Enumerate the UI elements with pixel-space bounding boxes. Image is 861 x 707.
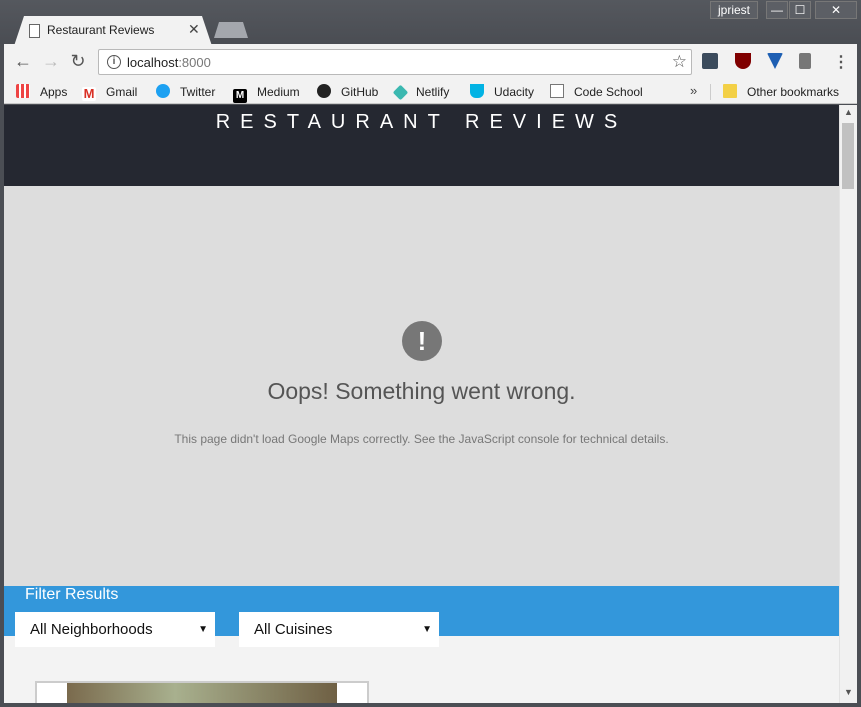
medium-icon: M <box>233 89 247 103</box>
bookmark-apps[interactable]: Apps <box>16 84 67 100</box>
url-host: localhost <box>127 55 179 70</box>
title-bar: jpriest — ☐ ✕ Restaurant Reviews ✕ <box>0 0 861 46</box>
netlify-icon <box>392 84 409 101</box>
scroll-up-arrow-icon[interactable]: ▲ <box>844 107 853 117</box>
site-header: RESTAURANT REVIEWS <box>4 105 839 186</box>
cuisines-selected-value: All Cuisines <box>254 621 333 638</box>
minimize-button[interactable]: — <box>766 1 788 19</box>
page-viewport: RESTAURANT REVIEWS ! Oops! Something wen… <box>4 105 839 703</box>
browser-window: jpriest — ☐ ✕ Restaurant Reviews ✕ ← → ↻… <box>0 0 861 707</box>
bookmark-label: Apps <box>40 85 68 99</box>
bookmark-label: Udacity <box>494 85 535 99</box>
scroll-thumb[interactable] <box>842 123 854 189</box>
scroll-down-arrow-icon[interactable]: ▼ <box>844 687 853 697</box>
map-error-title: Oops! Something went wrong. <box>267 378 576 404</box>
bookmark-label: Netlify <box>416 85 450 99</box>
twitter-icon <box>156 84 170 98</box>
bookmarks-bar: Apps M Gmail Twitter M Medium GitHub Netli… <box>4 80 857 104</box>
map-error-detail: This page didn't load Google Maps correc… <box>174 432 669 446</box>
tab-close-icon[interactable]: ✕ <box>188 21 200 38</box>
ublock-extension-icon[interactable] <box>735 53 751 69</box>
tab-restaurant-reviews[interactable]: Restaurant Reviews ✕ <box>14 16 212 46</box>
udacity-extension-icon[interactable] <box>702 53 718 69</box>
bookmark-label: Other bookmarks <box>747 85 840 99</box>
github-icon <box>317 84 331 98</box>
maximize-button[interactable]: ☐ <box>789 1 811 19</box>
restaurant-image <box>67 683 337 703</box>
bookmark-netlify[interactable]: Netlify <box>392 84 450 101</box>
bookmark-twitter[interactable]: Twitter <box>156 84 215 100</box>
url-text[interactable]: localhost:8000 <box>127 55 211 70</box>
bookmark-label: GitHub <box>341 85 379 99</box>
filter-heading: Filter Results <box>25 586 119 603</box>
reload-button[interactable]: ↻ <box>67 50 89 72</box>
more-bookmarks-icon[interactable]: » <box>690 83 697 98</box>
page-icon <box>550 84 564 98</box>
bookmark-label: Twitter <box>180 85 216 99</box>
map-container[interactable]: ! Oops! Something went wrong. This page … <box>4 186 839 586</box>
neighborhoods-selected-value: All Neighborhoods <box>30 621 153 638</box>
bookmark-star-icon[interactable]: ☆ <box>672 52 687 72</box>
bookmark-code-school[interactable]: Code School <box>550 84 643 100</box>
panel-extension-icon[interactable] <box>799 53 811 69</box>
tab-title: Restaurant Reviews <box>47 23 155 37</box>
address-bar[interactable]: i localhost:8000 ☆ <box>98 49 692 75</box>
bookmark-udacity[interactable]: Udacity <box>470 84 534 100</box>
bookmark-github[interactable]: GitHub <box>317 84 378 100</box>
bookmarks-divider <box>710 84 711 100</box>
folder-icon <box>723 84 737 98</box>
vpn-extension-icon[interactable] <box>767 53 783 69</box>
forward-button[interactable]: → <box>40 50 62 72</box>
new-tab-button[interactable] <box>214 22 248 38</box>
bookmark-label: Gmail <box>106 85 138 99</box>
url-port: :8000 <box>178 55 211 70</box>
info-icon[interactable]: i <box>107 55 121 69</box>
browser-menu-icon[interactable]: ⋮ <box>833 52 849 72</box>
browser-toolbar: ← → ↻ i localhost:8000 ☆ ⋮ <box>4 44 857 80</box>
apps-grid-icon <box>16 84 30 98</box>
bookmark-label: Medium <box>257 85 300 99</box>
restaurant-card <box>35 681 369 703</box>
dropdown-caret-icon: ▼ <box>422 624 432 635</box>
bookmark-gmail[interactable]: M Gmail <box>82 84 138 101</box>
page-icon <box>29 24 40 38</box>
dropdown-caret-icon: ▼ <box>198 624 208 635</box>
profile-button[interactable]: jpriest <box>710 1 758 19</box>
gmail-icon: M <box>82 86 96 101</box>
back-button[interactable]: ← <box>12 50 34 72</box>
filter-options: Filter Results All Neighborhoods ▼ All C… <box>4 586 839 647</box>
bookmark-label: Code School <box>574 85 643 99</box>
page-scrollbar[interactable]: ▲ ▼ <box>839 105 857 703</box>
neighborhoods-select[interactable]: All Neighborhoods ▼ <box>15 612 215 647</box>
close-window-button[interactable]: ✕ <box>815 1 857 19</box>
cuisines-select[interactable]: All Cuisines ▼ <box>239 612 439 647</box>
site-title[interactable]: RESTAURANT REVIEWS <box>4 111 839 134</box>
bookmark-medium[interactable]: M Medium <box>233 84 300 103</box>
udacity-icon <box>470 84 484 98</box>
error-icon: ! <box>402 321 442 361</box>
bookmark-other[interactable]: Other bookmarks <box>723 84 839 100</box>
